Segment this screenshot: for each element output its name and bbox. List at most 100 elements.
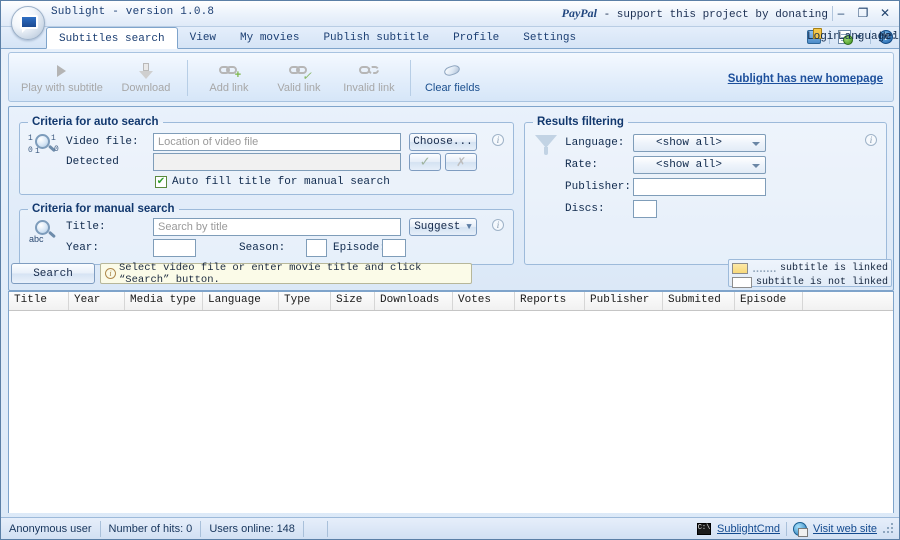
auto-search-group: Criteria for auto search 1 1 0 1 0 Video… [19,116,514,195]
auto-fill-title-checkbox-row[interactable]: Auto fill title for manual search [155,176,390,188]
status-hits: Number of hits: 0 [101,521,202,537]
column-header-year[interactable]: Year [69,292,125,310]
column-header-media-type[interactable]: Media type [125,292,203,310]
title-input[interactable] [153,218,401,236]
minimize-button[interactable]: – [831,4,851,22]
year-input[interactable] [153,239,196,257]
results-filtering-legend: Results filtering [533,116,628,128]
auto-search-info-icon[interactable]: i [492,134,504,146]
ribbon-toolbar: Play with subtitle Download + Add link ✓ [8,52,894,102]
paypal-logo: PayPal [562,6,597,20]
suggest-label: Suggest [414,221,460,233]
add-link-label: Add link [209,82,248,94]
valid-link-label: Valid link [277,82,320,94]
filter-publisher-label: Publisher: [565,181,631,193]
column-header-title[interactable]: Title [9,292,69,310]
column-header-episode[interactable]: Episode [735,292,803,310]
visit-web-site-link[interactable]: Visit web site [813,523,877,535]
results-filtering-info-icon[interactable]: i [865,134,877,146]
tab-view[interactable]: View [178,27,228,49]
auto-search-legend: Criteria for auto search [28,116,163,128]
column-header-filler [803,292,893,310]
add-link-button[interactable]: + Add link [194,56,264,100]
filter-language-combo[interactable]: <show all> [633,134,766,152]
filter-discs-input[interactable] [633,200,657,218]
tab-publish-subtitle[interactable]: Publish subtitle [311,27,441,49]
paypal-donate-banner[interactable]: PayPal - support this project by donatin… [562,6,828,21]
tab-bar: Subtitles search View My movies Publish … [1,27,900,49]
link-broken-icon [359,62,379,80]
suggest-button[interactable]: Suggest ▼ [409,218,477,236]
maximize-button[interactable]: ❐ [853,4,873,22]
manual-search-info-icon[interactable]: i [492,219,504,231]
status-bar: Anonymous user Number of hits: 0 Users o… [1,517,900,539]
legend-dots: ....... [752,259,776,277]
help-button[interactable]: ? Help [879,30,893,44]
tab-settings[interactable]: Settings [511,27,588,49]
new-homepage-link[interactable]: Sublight has new homepage [728,73,883,85]
not-linked-color-swatch [732,277,752,288]
status-users-online: Users online: 148 [201,521,304,537]
link-add-icon: + [219,62,239,80]
results-table-body[interactable] [9,311,893,513]
column-header-submited[interactable]: Submited [663,292,735,310]
column-header-language[interactable]: Language [203,292,279,310]
detected-input[interactable] [153,153,401,171]
episode-input[interactable] [382,239,406,257]
tab-list: Subtitles search View My movies Publish … [46,27,588,49]
manual-search-magnifier-icon: abc [28,218,62,248]
column-header-publisher[interactable]: Publisher [585,292,663,310]
play-with-subtitle-button[interactable]: Play with subtitle [13,56,111,100]
status-user: Anonymous user [1,521,101,537]
tab-subtitles-search[interactable]: Subtitles search [46,27,178,49]
sublightcmd-link[interactable]: SublightCmd [717,523,780,535]
column-header-reports[interactable]: Reports [515,292,585,310]
reject-detection-button[interactable]: ✗ [445,153,477,171]
auto-fill-title-checkbox[interactable] [155,176,167,188]
filter-publisher-input[interactable] [633,178,766,196]
season-input[interactable] [306,239,327,257]
link-status-legend: ....... subtitle is linked subtitle is n… [728,259,892,287]
not-linked-legend-label: subtitle is not linked [756,277,888,288]
linked-legend-label: subtitle is linked [780,263,888,274]
filter-rate-combo[interactable]: <show all> [633,156,766,174]
video-file-input[interactable] [153,133,401,151]
column-header-downloads[interactable]: Downloads [375,292,453,310]
tab-profile[interactable]: Profile [441,27,511,49]
link-check-icon: ✓ [289,62,309,80]
language-chevron-down-icon [752,142,760,146]
clear-fields-button[interactable]: Clear fields [417,56,488,100]
legend-row-linked: ....... subtitle is linked [732,262,888,274]
results-table-header: Title Year Media type Language Type Size… [9,292,893,311]
accept-detection-button[interactable]: ✓ [409,153,441,171]
login-button[interactable]: Login... [807,30,821,44]
season-label: Season: [239,242,285,254]
filter-rate-label: Rate: [565,159,598,171]
resize-grip[interactable] [883,523,895,535]
filter-language-value: <show all> [634,137,722,149]
valid-link-button[interactable]: ✓ Valid link [264,56,334,100]
title-bar: Sublight - version 1.0.8 PayPal - suppor… [1,1,900,27]
play-icon [57,62,66,80]
search-hint-text: Select video file or enter movie title a… [119,262,471,286]
logo-bubble-tail [22,28,27,33]
download-button[interactable]: Download [111,56,181,100]
app-logo-icon[interactable] [11,6,45,40]
search-button[interactable]: Search [11,263,95,284]
language-selector[interactable]: Language: English [838,30,862,44]
download-arrow-icon [139,62,153,80]
choose-file-button[interactable]: Choose... [409,133,477,151]
filter-language-label: Language: [565,137,624,149]
tab-my-movies[interactable]: My movies [228,27,311,49]
suggest-chevron-down-icon: ▼ [466,222,471,232]
column-header-size[interactable]: Size [331,292,375,310]
download-label: Download [121,82,170,94]
column-header-votes[interactable]: Votes [453,292,515,310]
legend-row-not-linked: subtitle is not linked [732,276,888,288]
filter-funnel-icon [533,132,559,158]
console-icon: C:\ [697,523,711,535]
logo-screen-shape [20,15,38,29]
close-button[interactable]: ✕ [875,4,895,22]
invalid-link-button[interactable]: Invalid link [334,56,404,100]
column-header-type[interactable]: Type [279,292,331,310]
